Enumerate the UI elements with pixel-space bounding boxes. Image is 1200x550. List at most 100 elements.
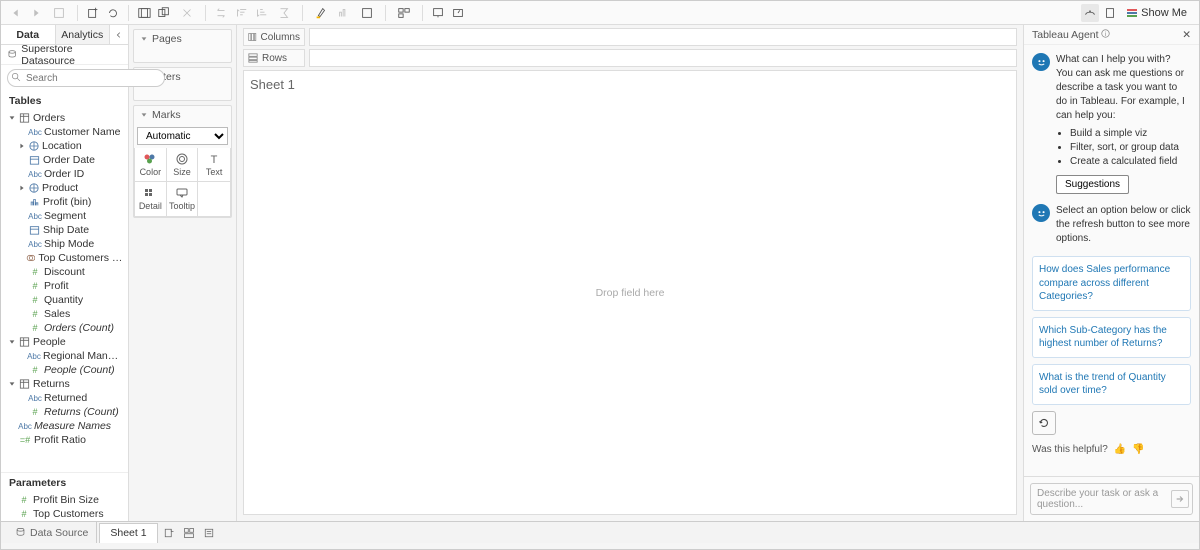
mark-size-button[interactable]: Size	[167, 148, 199, 182]
drop-hint: Drop field here	[596, 287, 665, 299]
suggestions-button[interactable]: Suggestions	[1056, 175, 1129, 194]
new-sheet-button[interactable]	[160, 524, 178, 542]
presentation-button[interactable]	[429, 4, 447, 22]
search-input[interactable]	[7, 69, 165, 87]
field-customer-name[interactable]: AbcCustomer Name	[1, 125, 128, 139]
tab-data[interactable]: Data	[1, 25, 56, 44]
field-orders-count-[interactable]: #Orders (Count)	[1, 321, 128, 335]
agent-select-prompt: Select an option below or click the refr…	[1056, 204, 1191, 246]
thumbs-up-button[interactable]: 👍	[1114, 443, 1126, 457]
agent-bullet: Filter, sort, or group data	[1070, 141, 1191, 155]
field-measure-names[interactable]: AbcMeasure Names	[1, 419, 128, 433]
field-ship-mode[interactable]: AbcShip Mode	[1, 237, 128, 251]
fit-dropdown[interactable]	[355, 4, 379, 22]
info-icon[interactable]: i	[1101, 29, 1110, 38]
field-product[interactable]: Product	[1, 181, 128, 195]
mark-detail-button[interactable]: Detail	[135, 182, 167, 216]
bottom-tabs: Data Source Sheet 1	[1, 521, 1199, 543]
agent-bullet: Create a calculated field	[1070, 155, 1191, 169]
field-returned[interactable]: AbcReturned	[1, 391, 128, 405]
new-worksheet-button[interactable]	[135, 4, 153, 22]
param-top-customers[interactable]: #Top Customers	[1, 507, 128, 521]
mark-text-button[interactable]: TText	[198, 148, 230, 182]
svg-text:i: i	[1105, 31, 1106, 37]
field-profit[interactable]: #Profit	[1, 279, 128, 293]
mark-type-select[interactable]: Automatic	[137, 127, 228, 145]
param-profit-bin-size[interactable]: #Profit Bin Size	[1, 493, 128, 507]
sheet-tab[interactable]: Sheet 1	[99, 523, 157, 543]
datasource-icon	[7, 49, 17, 60]
cards-dropdown[interactable]	[392, 4, 416, 22]
agent-intro: You can ask me questions or describe a t…	[1056, 67, 1191, 123]
highlight-dropdown[interactable]	[309, 4, 333, 22]
collapse-panel-button[interactable]	[110, 25, 128, 44]
thumbs-down-button[interactable]: 👎	[1132, 443, 1144, 457]
mark-tooltip-button[interactable]: Tooltip	[167, 182, 199, 216]
parameters-header: Parameters	[1, 472, 128, 493]
agent-panel: Tableau Agent i ✕ What can I help you wi…	[1023, 25, 1199, 521]
totals-dropdown[interactable]	[272, 4, 296, 22]
shelves-panel: Pages Filters Marks Automatic ColorSizeT…	[129, 25, 237, 521]
show-me-icon	[1127, 9, 1137, 17]
close-agent-button[interactable]: ✕	[1182, 29, 1191, 41]
helpful-label: Was this helpful?	[1032, 443, 1108, 457]
sort-desc-button[interactable]	[252, 4, 270, 22]
sort-asc-button[interactable]	[232, 4, 250, 22]
field-quantity[interactable]: #Quantity	[1, 293, 128, 307]
rows-shelf[interactable]	[309, 49, 1017, 67]
field-location[interactable]: Location	[1, 139, 128, 153]
refresh-button[interactable]	[104, 4, 122, 22]
tables-header: Tables	[1, 91, 128, 111]
field-order-date[interactable]: Order Date	[1, 153, 128, 167]
field-profit-bin-[interactable]: Profit (bin)	[1, 195, 128, 209]
redo-button[interactable]	[27, 4, 45, 22]
field-profit-ratio[interactable]: =#Profit Ratio	[1, 433, 128, 447]
explain-button[interactable]	[1101, 4, 1119, 22]
pages-shelf[interactable]: Pages	[133, 29, 232, 63]
marks-card: Marks Automatic ColorSizeTTextDetailTool…	[133, 105, 232, 218]
swap-button[interactable]	[212, 4, 230, 22]
agent-avatar-icon	[1032, 53, 1050, 71]
suggested-question-0[interactable]: How does Sales performance compare acros…	[1032, 256, 1191, 311]
field-orders[interactable]: Orders	[1, 111, 128, 125]
rows-shelf-label: Rows	[243, 49, 305, 67]
new-datasource-button[interactable]	[84, 4, 102, 22]
worksheet-area: Columns Rows Sheet 1 Drop field here	[237, 25, 1023, 521]
data-source-tab[interactable]: Data Source	[7, 522, 97, 543]
field-discount[interactable]: #Discount	[1, 265, 128, 279]
view-canvas[interactable]: Sheet 1 Drop field here	[243, 70, 1017, 515]
suggested-question-2[interactable]: What is the trend of Quantity sold over …	[1032, 364, 1191, 405]
save-dropdown[interactable]	[47, 4, 71, 22]
field-top-customers-by-p-[interactable]: Top Customers by P...	[1, 251, 128, 265]
show-me-button[interactable]: Show Me	[1121, 7, 1193, 19]
share-button[interactable]	[449, 4, 467, 22]
tab-analytics[interactable]: Analytics	[56, 25, 111, 44]
datasource-row[interactable]: Superstore Datasource	[1, 45, 128, 65]
mark-color-button[interactable]: Color	[135, 148, 167, 182]
agent-input[interactable]: Describe your task or ask a question...	[1030, 483, 1193, 515]
send-button[interactable]	[1171, 490, 1189, 508]
field-regional-manager[interactable]: AbcRegional Manager	[1, 349, 128, 363]
suggested-question-1[interactable]: Which Sub-Category has the highest numbe…	[1032, 317, 1191, 358]
parameters-list: #Profit Bin Size#Top Customers	[1, 493, 128, 521]
data-guide-button[interactable]	[1081, 4, 1099, 22]
field-segment[interactable]: AbcSegment	[1, 209, 128, 223]
top-toolbar: Show Me	[1, 1, 1199, 25]
field-people[interactable]: People	[1, 335, 128, 349]
show-me-label: Show Me	[1141, 7, 1187, 19]
duplicate-button[interactable]	[155, 4, 173, 22]
new-story-button[interactable]	[200, 524, 218, 542]
field-order-id[interactable]: AbcOrder ID	[1, 167, 128, 181]
search-icon	[11, 72, 22, 83]
field-returns[interactable]: Returns	[1, 377, 128, 391]
field-ship-date[interactable]: Ship Date	[1, 223, 128, 237]
field-sales[interactable]: #Sales	[1, 307, 128, 321]
columns-shelf[interactable]	[309, 28, 1017, 46]
labels-button[interactable]	[335, 4, 353, 22]
field-people-count-[interactable]: #People (Count)	[1, 363, 128, 377]
field-returns-count-[interactable]: #Returns (Count)	[1, 405, 128, 419]
clear-dropdown[interactable]	[175, 4, 199, 22]
undo-button[interactable]	[7, 4, 25, 22]
new-dashboard-button[interactable]	[180, 524, 198, 542]
refresh-suggestions-button[interactable]	[1032, 411, 1056, 435]
